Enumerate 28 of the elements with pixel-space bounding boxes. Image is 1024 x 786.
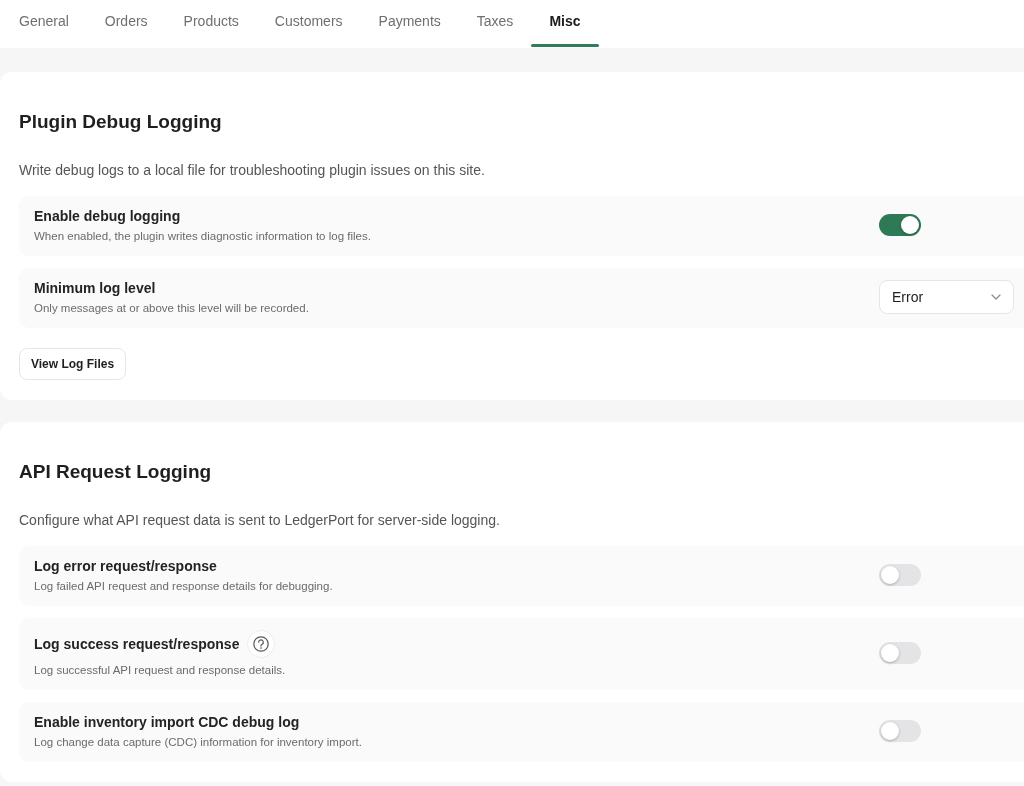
toggle-switch[interactable] (879, 720, 921, 742)
setting-label: Log success request/response (34, 635, 240, 654)
tab[interactable]: Taxes (458, 0, 532, 48)
tab[interactable]: Misc (531, 0, 599, 48)
setting-description: When enabled, the plugin writes diagnostic information to log files. (34, 229, 372, 244)
log-level-select[interactable]: Error (879, 280, 1014, 314)
section-title: API Request Logging (19, 460, 213, 484)
tab[interactable]: Products (165, 0, 257, 48)
setting-label: Enable inventory import CDC debug log (34, 713, 301, 732)
tab[interactable]: General (1, 0, 87, 48)
section-description: Write debug logs to a local file for troubleshooting plugin issues on this site. (19, 161, 486, 180)
toggle-switch[interactable] (879, 564, 921, 586)
toggle-switch[interactable] (879, 214, 921, 236)
view-logs-button[interactable]: View Log Files (19, 348, 127, 380)
setting-label: Log error request/response (34, 557, 218, 576)
chevron-down-icon (991, 294, 1001, 300)
section-title: Plugin Debug Logging (19, 110, 223, 134)
setting-description: Log successful API request and response details. (34, 663, 287, 678)
tab[interactable]: Customers (256, 0, 361, 48)
tab[interactable]: Payments (360, 0, 459, 48)
setting-description: Only messages at or above this level will be recorded. (34, 301, 310, 316)
setting-description: Log change data capture (CDC) information for inventory import. (34, 735, 363, 750)
tab[interactable]: Orders (86, 0, 166, 48)
setting-label: Enable debug logging (34, 207, 182, 226)
setting-label: Minimum log level (34, 279, 157, 298)
section-description: Configure what API request data is sent to LedgerPort for server-side logging. (19, 511, 501, 530)
setting-description: Log failed API request and response details for debugging. (34, 579, 334, 594)
toggle-switch[interactable] (879, 642, 921, 664)
